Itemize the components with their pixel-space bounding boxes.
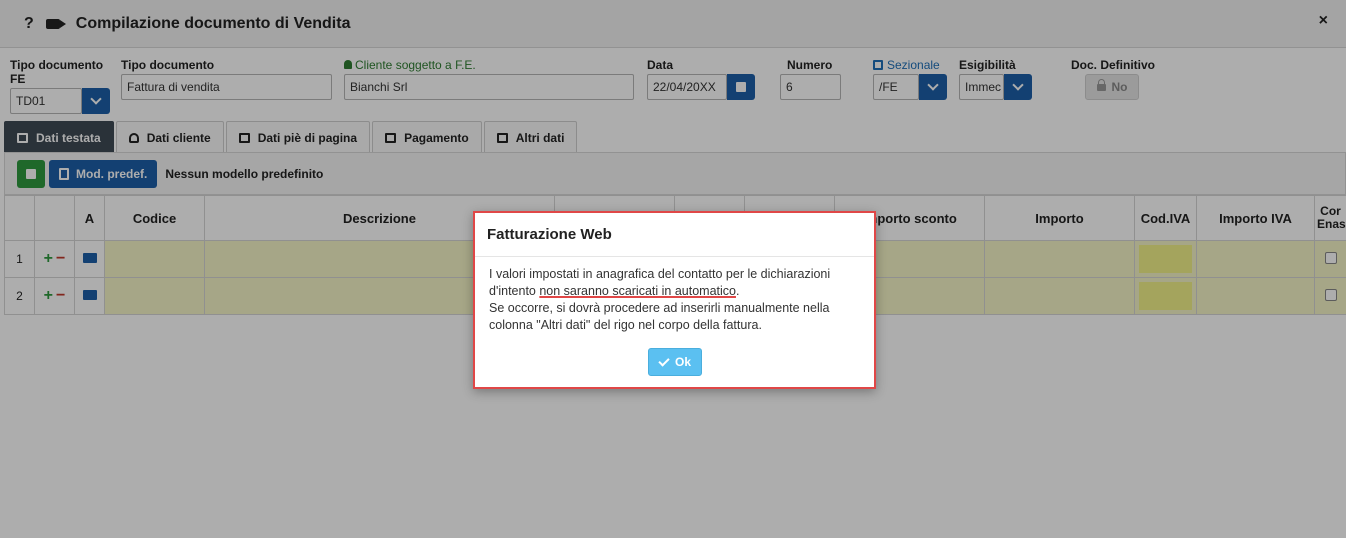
dialog-text-line2: Se occorre, si dovrà procedere ad inseri… (489, 301, 830, 332)
dialog-highlighted-text: non saranno scaricati in automatico (539, 284, 736, 298)
check-icon (658, 354, 670, 367)
dialog-message: I valori impostati in anagrafica del con… (475, 257, 874, 334)
ok-button[interactable]: Ok (648, 348, 702, 376)
dialog-text-period: . (735, 284, 740, 298)
fatturazione-web-dialog: Fatturazione Web I valori impostati in a… (473, 211, 876, 389)
dialog-title: Fatturazione Web (475, 213, 874, 257)
ok-label: Ok (674, 355, 691, 369)
